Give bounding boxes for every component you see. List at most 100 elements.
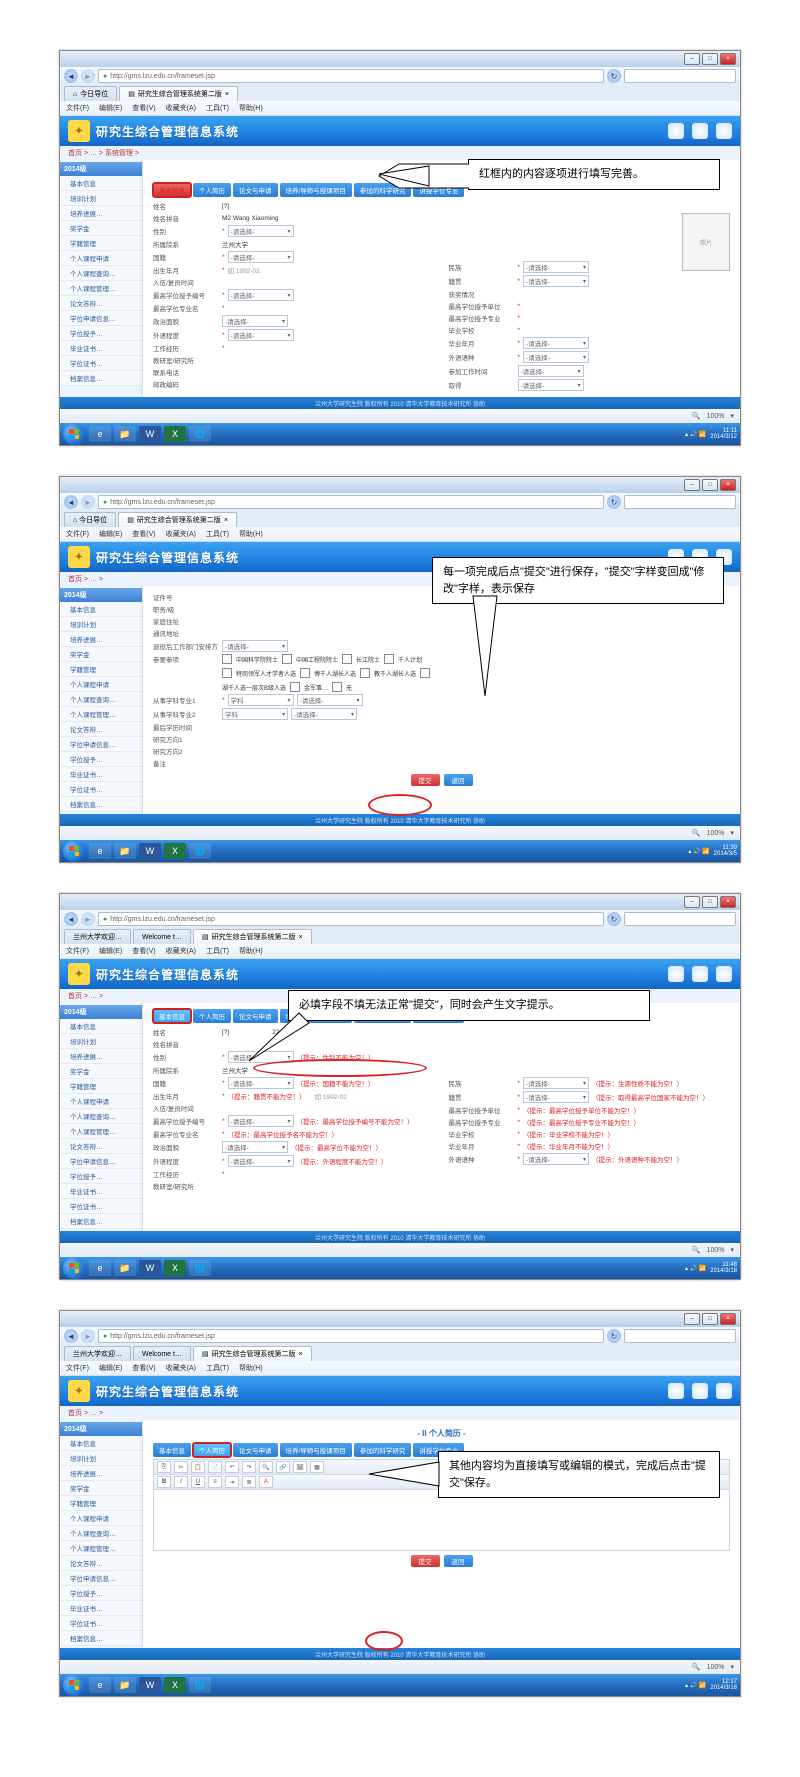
header-icon[interactable] — [692, 123, 708, 139]
tab-paper[interactable]: 论文与申请 — [233, 183, 278, 197]
search-input[interactable] — [624, 495, 736, 509]
sidebar-item[interactable]: 个人课程查询… — [60, 1109, 142, 1124]
taskbar-ie-icon[interactable]: e — [89, 426, 111, 442]
select[interactable]: -请选择- — [228, 289, 294, 301]
editor-undo-icon[interactable]: ↶ — [225, 1461, 239, 1473]
editor-find-icon[interactable]: 🔍 — [259, 1461, 273, 1473]
tab[interactable]: Welcome t… — [133, 929, 191, 944]
tab-paper[interactable]: 论文与申请 — [233, 1443, 278, 1457]
checkbox[interactable] — [282, 654, 292, 664]
select[interactable]: -请选择- — [228, 1155, 294, 1167]
select[interactable]: -请选择- — [222, 315, 288, 327]
url-input[interactable]: ●http://gms.lzu.edu.cn/frameset.jsp — [98, 69, 604, 83]
header-icon[interactable] — [668, 123, 684, 139]
tab-basic[interactable]: 基本信息 — [153, 1009, 191, 1023]
sidebar-item[interactable]: 培养进展… — [60, 1049, 142, 1064]
tab-advisor[interactable]: 培养/导师与授课项目 — [280, 1443, 352, 1457]
url-input[interactable]: ●http://gms.lzu.edu.cn/frameset.jsp — [98, 495, 604, 509]
select[interactable]: -请选择- — [523, 1077, 589, 1089]
sidebar-item[interactable]: 个人课程管理… — [60, 707, 142, 722]
taskbar-excel-icon[interactable]: X — [164, 426, 186, 442]
maximize-button[interactable]: □ — [702, 53, 718, 65]
sidebar-item[interactable]: 个人课程查询… — [60, 692, 142, 707]
tab[interactable]: 兰州大学欢迎… — [64, 1346, 131, 1361]
tab-basic[interactable]: 基本信息 — [153, 183, 191, 197]
select-nation[interactable]: -请选择- — [523, 261, 589, 273]
checkbox[interactable] — [290, 682, 300, 692]
back-button[interactable]: ◄ — [64, 495, 78, 509]
select[interactable]: -请选择- — [518, 379, 584, 391]
refresh-button[interactable]: ↻ — [607, 1329, 621, 1343]
tab-advisor[interactable]: 培养/导师与授课项目 — [280, 183, 352, 197]
select[interactable]: -请选择- — [518, 365, 584, 377]
sidebar-item[interactable]: 培养进展… — [60, 1466, 142, 1481]
refresh-button[interactable]: ↻ — [607, 495, 621, 509]
sidebar-item[interactable]: 培训计划 — [60, 1451, 142, 1466]
sidebar-item[interactable]: 培训计划 — [60, 1034, 142, 1049]
start-button[interactable] — [63, 840, 85, 862]
sidebar-item[interactable]: 基本信息 — [60, 176, 142, 191]
tab[interactable]: 兰州大学欢迎… — [64, 929, 131, 944]
tab-resume[interactable]: 个人简历 — [193, 183, 231, 197]
sidebar-item[interactable]: 学位证书… — [60, 356, 142, 371]
select-nationality[interactable]: -请选择- — [228, 251, 294, 263]
close-button[interactable]: × — [720, 53, 736, 65]
sidebar-item[interactable]: 档案信息… — [60, 1214, 142, 1229]
sidebar-item[interactable]: 学位申请信息… — [60, 311, 142, 326]
editor-underline-icon[interactable]: U — [191, 1476, 205, 1488]
submit-button[interactable]: 提交 — [411, 774, 440, 786]
editor-color-icon[interactable]: A — [259, 1476, 273, 1488]
search-input[interactable] — [624, 69, 736, 83]
sidebar-item[interactable]: 个人课程管理… — [60, 281, 142, 296]
start-button[interactable] — [63, 1674, 85, 1696]
sidebar-item[interactable]: 论文答辩… — [60, 722, 142, 737]
sidebar-item[interactable]: 奖学金 — [60, 221, 142, 236]
select[interactable]: -请选择- — [222, 1141, 288, 1153]
refresh-button[interactable]: ↻ — [607, 69, 621, 83]
forward-button[interactable]: ► — [81, 495, 95, 509]
sidebar-item[interactable]: 学位证书… — [60, 782, 142, 797]
select[interactable]: -请选择- — [228, 329, 294, 341]
checkbox[interactable] — [332, 682, 342, 692]
checkbox[interactable] — [384, 654, 394, 664]
taskbar-icon[interactable]: X — [164, 843, 186, 859]
editor-cut-icon[interactable]: ✂ — [174, 1461, 188, 1473]
select[interactable]: -请选择- — [291, 708, 357, 720]
sidebar-item[interactable]: 毕业证书… — [60, 341, 142, 356]
start-button[interactable] — [63, 423, 85, 445]
tab-app[interactable]: ▤ 研究生综合管理系统第二版 × — [193, 1346, 312, 1361]
sidebar-item[interactable]: 个人课程管理… — [60, 1541, 142, 1556]
taskbar-folder-icon[interactable]: 📁 — [114, 426, 136, 442]
tab-research[interactable]: 参加的科学研究 — [354, 1443, 412, 1457]
refresh-button[interactable]: ↻ — [607, 912, 621, 926]
editor-redo-icon[interactable]: ↷ — [242, 1461, 256, 1473]
editor-table-icon[interactable]: ▦ — [310, 1461, 324, 1473]
search-input[interactable] — [624, 1329, 736, 1343]
sidebar-item[interactable]: 个人课程查询… — [60, 1526, 142, 1541]
taskbar-icon[interactable]: e — [89, 843, 111, 859]
tab-app[interactable]: ▤ 研究生综合管理系统第二版 × — [193, 929, 312, 944]
sidebar-item[interactable]: 档案信息… — [60, 1631, 142, 1646]
editor-image-icon[interactable]: 🖼 — [293, 1461, 307, 1473]
submit-button[interactable]: 提交 — [411, 1555, 440, 1567]
editor-content[interactable] — [154, 1490, 729, 1550]
sidebar-item[interactable]: 学位授予… — [60, 752, 142, 767]
photo-placeholder[interactable]: 照片 — [682, 213, 730, 271]
sidebar-item[interactable]: 个人课程申请 — [60, 1094, 142, 1109]
tab-app[interactable]: ▤研究生综合管理系统第二版 × — [119, 86, 238, 101]
header-icon[interactable] — [716, 123, 732, 139]
checkbox[interactable] — [300, 668, 310, 678]
tab[interactable]: Welcome t… — [133, 1346, 191, 1361]
sidebar-item[interactable]: 个人课程申请 — [60, 1511, 142, 1526]
start-button[interactable] — [63, 1257, 85, 1279]
close-button[interactable]: × — [720, 479, 736, 491]
sidebar-item[interactable]: 基本信息 — [60, 602, 142, 617]
tab-home[interactable]: ⌂今日导位 — [64, 86, 117, 101]
sidebar-item[interactable]: 个人课程申请 — [60, 677, 142, 692]
sidebar-item[interactable]: 学位申请信息… — [60, 1571, 142, 1586]
url-input[interactable]: ●http://gms.lzu.edu.cn/frameset.jsp — [98, 912, 604, 926]
browser-menu[interactable]: 文件(F)编辑(E)查看(V)收藏夹(A)工具(T)帮助(H) — [60, 101, 740, 116]
checkbox[interactable] — [360, 668, 370, 678]
select[interactable]: -请选择- — [523, 1091, 589, 1103]
forward-button[interactable]: ► — [81, 912, 95, 926]
